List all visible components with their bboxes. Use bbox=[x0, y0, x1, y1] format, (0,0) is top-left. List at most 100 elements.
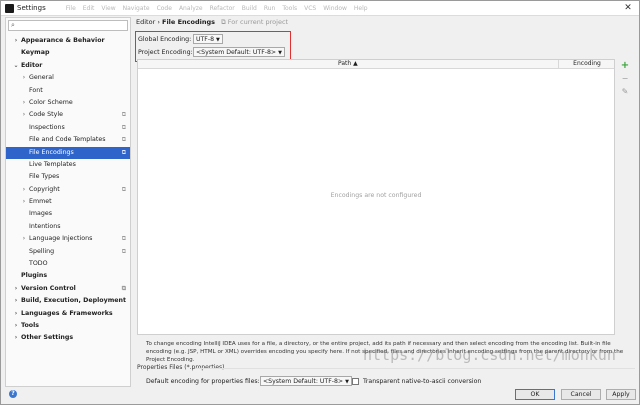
chevron-right-icon[interactable]: › bbox=[12, 320, 20, 332]
default-properties-encoding-label: Default encoding for properties files: bbox=[146, 378, 260, 385]
project-scope-icon: ⧉ bbox=[121, 123, 126, 131]
apply-button[interactable]: Apply bbox=[606, 389, 636, 400]
blurred-menu-item: VCS bbox=[304, 4, 317, 12]
chevron-right-icon[interactable]: › bbox=[20, 72, 28, 84]
project-scope-icon: ⧉ bbox=[121, 148, 126, 156]
blurred-menu-item: Edit bbox=[82, 4, 95, 12]
blurred-menu-item: View bbox=[101, 4, 116, 12]
chevron-right-icon[interactable]: › bbox=[20, 109, 28, 121]
sidebar-item-live-templates[interactable]: Live Templates bbox=[6, 159, 130, 171]
sidebar-item-font[interactable]: Font bbox=[6, 85, 130, 97]
global-encoding-value: UTF-8 bbox=[196, 36, 215, 43]
encodings-table[interactable]: Path ▲ Encoding Encodings are not config… bbox=[137, 59, 615, 335]
project-scope-icon: ⧉ bbox=[121, 284, 126, 292]
remove-icon[interactable]: − bbox=[620, 74, 630, 84]
chevron-right-icon[interactable]: › bbox=[12, 308, 20, 320]
sidebar-item-label: Other Settings bbox=[21, 334, 74, 342]
chevron-right-icon[interactable]: › bbox=[12, 332, 20, 344]
sidebar-item-label: Code Style bbox=[29, 111, 63, 119]
current-project-note: ⧉ For current project bbox=[221, 18, 289, 26]
project-encoding-label: Project Encoding: bbox=[138, 49, 193, 56]
project-scope-icon: ⧉ bbox=[121, 136, 126, 144]
sidebar-item-editor[interactable]: ⌄ Editor bbox=[6, 60, 130, 72]
table-toolbar: + − ✎ bbox=[619, 59, 633, 100]
settings-search-box[interactable]: ⌕ bbox=[8, 20, 128, 31]
sidebar-item-label: File and Code Templates bbox=[29, 136, 106, 144]
project-scope-icon: ⧉ bbox=[121, 185, 126, 193]
sidebar-item-todo[interactable]: TODO bbox=[6, 258, 130, 270]
sidebar-item-appearance-behavior[interactable]: › Appearance & Behavior bbox=[6, 35, 130, 47]
default-properties-encoding-dropdown[interactable]: <System Default: UTF-8> ▼ bbox=[260, 376, 352, 386]
chevron-right-icon[interactable]: › bbox=[20, 196, 28, 208]
chevron-right-icon[interactable]: › bbox=[12, 295, 20, 307]
sidebar-item-spelling[interactable]: Spelling ⧉ bbox=[6, 246, 130, 258]
blurred-menu-bar: File Edit View Navigate Code Analyze Refactor B… bbox=[66, 5, 368, 12]
sidebar-item-languages-frameworks[interactable]: › Languages & Frameworks bbox=[6, 308, 130, 320]
sidebar-item-label: Keymap bbox=[21, 49, 50, 57]
project-scope-icon: ⧉ bbox=[121, 111, 126, 119]
sidebar-item-plugins[interactable]: Plugins bbox=[6, 270, 130, 282]
help-icon[interactable]: ? bbox=[9, 390, 17, 398]
edit-icon[interactable]: ✎ bbox=[620, 87, 630, 97]
native-to-ascii-checkbox[interactable] bbox=[352, 378, 359, 385]
ok-button[interactable]: OK bbox=[515, 389, 555, 400]
chevron-right-icon[interactable]: › bbox=[12, 35, 20, 47]
sidebar-item-label: Editor bbox=[21, 61, 43, 69]
column-header-encoding[interactable]: Encoding bbox=[558, 60, 615, 68]
chevron-right-icon[interactable]: › bbox=[20, 233, 28, 245]
settings-search-input[interactable] bbox=[20, 21, 124, 30]
table-header: Path ▲ Encoding bbox=[138, 60, 614, 69]
chevron-right-icon[interactable]: › bbox=[20, 97, 28, 109]
sidebar-item-label: Languages & Frameworks bbox=[21, 309, 113, 317]
sidebar-item-build-execution-deployment[interactable]: › Build, Execution, Deployment bbox=[6, 295, 130, 307]
sidebar-item-file-encodings[interactable]: File Encodings ⧉ bbox=[6, 146, 130, 159]
sidebar-item-code-style[interactable]: › Code Style ⧉ bbox=[6, 109, 130, 121]
chevron-down-icon[interactable]: ⌄ bbox=[12, 60, 20, 72]
breadcrumb-parent: Editor bbox=[136, 18, 156, 26]
sidebar-item-emmet[interactable]: › Emmet bbox=[6, 196, 130, 208]
sidebar-item-keymap[interactable]: Keymap bbox=[6, 47, 130, 59]
sidebar-item-version-control[interactable]: › Version Control ⧉ bbox=[6, 283, 130, 295]
project-encoding-dropdown[interactable]: <System Default: UTF-8> ▼ bbox=[193, 47, 285, 57]
settings-window: Settings File Edit View Navigate Code Analyze… bbox=[0, 0, 640, 405]
chevron-down-icon: ▼ bbox=[216, 37, 220, 43]
blurred-menu-item: Navigate bbox=[122, 4, 150, 12]
column-header-path[interactable]: Path ▲ bbox=[338, 60, 358, 68]
watermark-text: https://blog.csdn.net/monkun bbox=[363, 346, 616, 364]
sidebar-item-file-and-code-templates[interactable]: File and Code Templates ⧉ bbox=[6, 134, 130, 146]
blurred-menu-item: Analyze bbox=[178, 4, 203, 12]
global-encoding-dropdown[interactable]: UTF-8 ▼ bbox=[193, 34, 223, 44]
sidebar-item-tools[interactable]: › Tools bbox=[6, 320, 130, 332]
sidebar-item-copyright[interactable]: › Copyright ⧉ bbox=[6, 184, 130, 196]
chevron-right-icon[interactable]: › bbox=[12, 283, 20, 295]
blurred-menu-item: Tools bbox=[282, 4, 298, 12]
breadcrumb-current: File Encodings bbox=[162, 18, 215, 26]
sidebar-item-file-types[interactable]: File Types bbox=[6, 171, 130, 183]
blurred-menu-item: Run bbox=[263, 4, 276, 12]
add-icon[interactable]: + bbox=[620, 61, 630, 71]
sidebar-item-label: TODO bbox=[29, 260, 48, 268]
sidebar-item-label: File Encodings bbox=[29, 148, 74, 156]
chevron-down-icon: ▼ bbox=[278, 50, 282, 56]
sidebar-item-color-scheme[interactable]: › Color Scheme bbox=[6, 97, 130, 109]
sidebar-item-other-settings[interactable]: › Other Settings bbox=[6, 332, 130, 344]
sidebar-item-inspections[interactable]: Inspections ⧉ bbox=[6, 122, 130, 134]
sidebar-item-images[interactable]: Images bbox=[6, 208, 130, 220]
sidebar-item-intentions[interactable]: Intentions bbox=[6, 221, 130, 233]
default-properties-encoding-value: <System Default: UTF-8> bbox=[263, 378, 344, 385]
sidebar-item-label: Emmet bbox=[29, 198, 52, 206]
search-icon: ⌕ bbox=[11, 21, 15, 29]
chevron-right-icon[interactable]: › bbox=[20, 184, 28, 196]
sidebar-item-label: Language Injections bbox=[29, 235, 93, 243]
dialog-button-bar: ? OK Cancel Apply bbox=[1, 387, 639, 405]
sidebar-item-label: Spelling bbox=[29, 247, 55, 255]
sidebar-item-label: Color Scheme bbox=[29, 98, 73, 106]
sidebar-item-label: Inspections bbox=[29, 123, 65, 131]
sidebar-item-general[interactable]: › General bbox=[6, 72, 130, 84]
cancel-button[interactable]: Cancel bbox=[561, 389, 601, 400]
sidebar-item-language-injections[interactable]: › Language Injections ⧉ bbox=[6, 233, 130, 245]
close-icon[interactable]: ✕ bbox=[617, 1, 639, 15]
sidebar-item-label: Tools bbox=[21, 321, 40, 329]
native-to-ascii-label: Transparent native-to-ascii conversion bbox=[363, 378, 482, 385]
breadcrumb-separator: › bbox=[157, 18, 160, 26]
